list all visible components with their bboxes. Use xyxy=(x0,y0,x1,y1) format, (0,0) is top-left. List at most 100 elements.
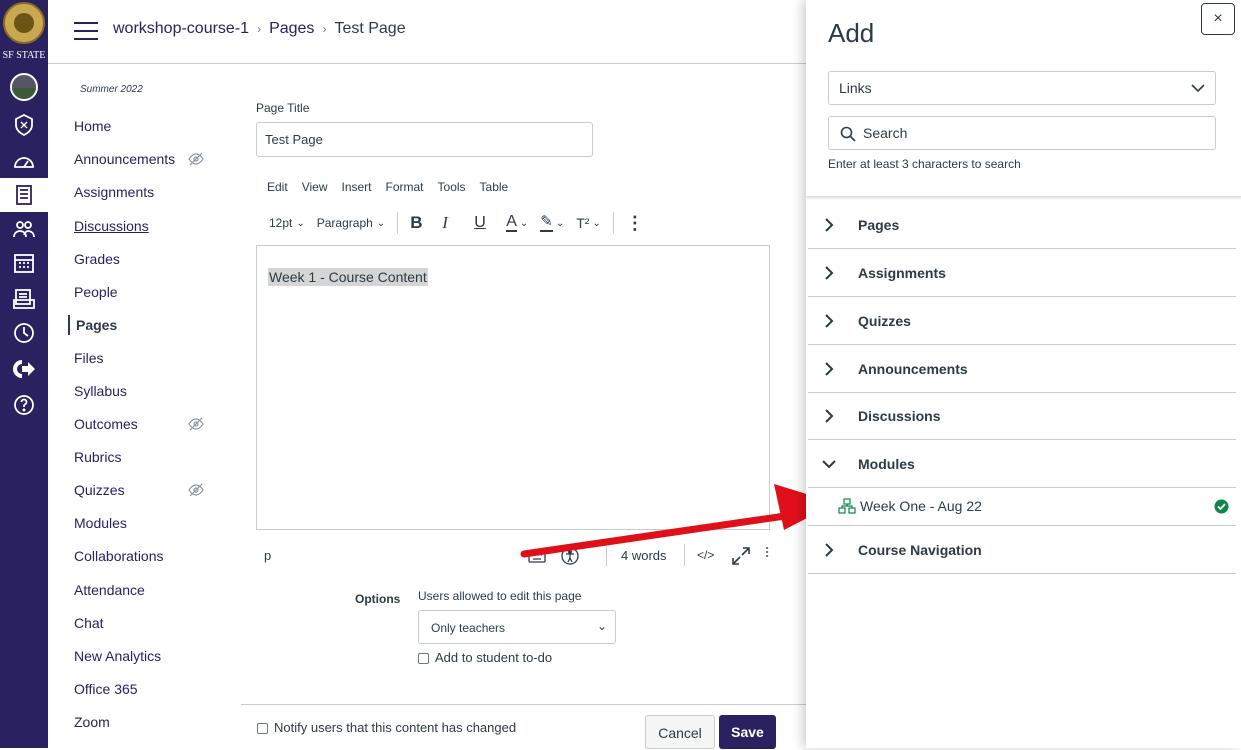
nav-label: Announcements xyxy=(74,151,176,167)
superscript-icon[interactable]: T² ⌄ xyxy=(570,208,607,238)
section-assignments[interactable]: Assignments xyxy=(808,249,1236,297)
element-path[interactable]: p xyxy=(264,548,271,563)
font-size-value: 12pt xyxy=(269,216,293,230)
cancel-button[interactable]: Cancel xyxy=(645,715,715,749)
groups-icon[interactable] xyxy=(0,212,48,246)
course-nav-announcements[interactable]: Announcements xyxy=(74,149,224,169)
course-nav-home[interactable]: Home xyxy=(74,116,224,136)
accessibility-icon[interactable] xyxy=(561,547,579,565)
fullscreen-icon[interactable] xyxy=(731,546,751,566)
font-size-dropdown[interactable]: 12pt ⌄ xyxy=(263,208,311,238)
section-label: Course Navigation xyxy=(858,542,982,558)
course-nav-chat[interactable]: Chat xyxy=(74,613,224,633)
calendar-icon[interactable] xyxy=(0,246,48,280)
help-icon[interactable] xyxy=(0,388,48,422)
bold-icon[interactable]: B xyxy=(404,208,436,238)
content-type-select[interactable]: Links xyxy=(828,71,1216,105)
student-todo-checkbox[interactable] xyxy=(418,653,429,665)
course-nav-assignments[interactable]: Assignments xyxy=(74,182,224,202)
italic-icon[interactable]: I xyxy=(436,208,468,238)
section-label: Modules xyxy=(858,456,915,472)
courses-icon[interactable] xyxy=(0,178,48,212)
logout-icon[interactable] xyxy=(0,352,48,386)
history-icon[interactable] xyxy=(0,316,48,350)
search-input[interactable]: Search xyxy=(828,116,1216,150)
section-announcements[interactable]: Announcements xyxy=(808,345,1236,393)
highlight-color-icon[interactable]: ✎ ⌄ xyxy=(534,208,570,238)
seal-icon xyxy=(3,2,45,44)
rich-content-editor[interactable]: Week 1 - Course Content xyxy=(256,245,770,530)
dashboard-icon[interactable] xyxy=(0,144,48,178)
course-nav-people[interactable]: People xyxy=(74,282,224,302)
school-logo[interactable]: SF STATE xyxy=(0,0,48,66)
hamburger-menu-icon[interactable] xyxy=(74,22,98,42)
page-title-input[interactable]: Test Page xyxy=(256,122,593,157)
account-avatar[interactable] xyxy=(0,70,48,104)
course-nav-collaborations[interactable]: Collaborations xyxy=(74,546,224,566)
notify-row[interactable]: Notify users that this content has chang… xyxy=(257,720,516,735)
menu-edit[interactable]: Edit xyxy=(267,180,288,194)
block-format-dropdown[interactable]: Paragraph ⌄ xyxy=(311,208,391,238)
course-nav-rubrics[interactable]: Rubrics xyxy=(74,447,224,467)
term-label: Summer 2022 xyxy=(80,84,143,95)
text-color-icon[interactable]: A ⌄ xyxy=(500,208,534,238)
menu-table[interactable]: Table xyxy=(480,180,509,194)
word-count[interactable]: 4 words xyxy=(621,548,667,563)
breadcrumb-current: Test Page xyxy=(334,20,406,37)
notify-checkbox[interactable] xyxy=(257,723,268,735)
menu-format[interactable]: Format xyxy=(386,180,424,194)
course-nav-attendance[interactable]: Attendance xyxy=(74,580,224,600)
inbox-icon[interactable] xyxy=(0,282,48,316)
toolbar-divider xyxy=(612,212,614,234)
close-icon[interactable]: × xyxy=(1201,3,1235,35)
section-course-navigation[interactable]: Course Navigation xyxy=(808,526,1236,574)
section-quizzes[interactable]: Quizzes xyxy=(808,297,1236,345)
section-label: Pages xyxy=(858,217,900,233)
course-nav-office-365[interactable]: Office 365 xyxy=(74,679,224,699)
chevron-right-icon: › xyxy=(322,22,327,36)
notify-label: Notify users that this content has chang… xyxy=(274,720,517,735)
menu-view[interactable]: View xyxy=(302,180,328,194)
course-nav-new-analytics[interactable]: New Analytics xyxy=(74,646,224,666)
section-discussions[interactable]: Discussions xyxy=(808,392,1236,440)
status-divider xyxy=(684,544,685,566)
nav-label: Quizzes xyxy=(74,482,125,498)
html-editor-toggle[interactable]: </> xyxy=(697,548,714,562)
selected-text[interactable]: Week 1 - Course Content xyxy=(268,268,428,286)
more-options-icon[interactable]: ⋮ xyxy=(620,208,650,238)
course-nav-pages[interactable]: Pages xyxy=(68,315,218,335)
section-modules[interactable]: Modules xyxy=(808,440,1236,488)
course-nav-syllabus[interactable]: Syllabus xyxy=(74,381,224,401)
resize-handle-icon[interactable]: ⠇ xyxy=(764,545,774,562)
breadcrumb: workshop-course-1 › Pages › Test Page xyxy=(113,20,406,38)
chevron-right-icon xyxy=(825,266,834,280)
student-todo-row[interactable]: Add to student to-do xyxy=(418,650,552,665)
underline-icon[interactable]: U xyxy=(468,208,500,238)
module-item-week-one[interactable]: Week One - Aug 22 xyxy=(808,488,1236,526)
section-label: Assignments xyxy=(858,265,946,281)
course-nav-discussions[interactable]: Discussions xyxy=(74,216,224,236)
section-pages[interactable]: Pages xyxy=(808,201,1236,249)
save-button[interactable]: Save xyxy=(719,715,776,749)
course-nav-outcomes[interactable]: Outcomes xyxy=(74,414,224,434)
edit-permission-select[interactable]: Only teachers ⌄ xyxy=(418,610,616,644)
admin-icon[interactable] xyxy=(0,108,48,142)
course-nav-zoom[interactable]: Zoom xyxy=(74,712,224,732)
chevron-right-icon xyxy=(825,362,834,376)
menu-insert[interactable]: Insert xyxy=(341,180,371,194)
edit-permission-label: Users allowed to edit this page xyxy=(418,589,582,603)
block-format-value: Paragraph xyxy=(316,216,373,230)
published-check-icon xyxy=(1214,499,1229,514)
keyboard-icon[interactable] xyxy=(528,548,546,564)
menu-tools[interactable]: Tools xyxy=(438,180,466,194)
breadcrumb-course[interactable]: workshop-course-1 xyxy=(113,20,249,38)
course-nav-modules[interactable]: Modules xyxy=(74,513,224,533)
breadcrumb-pages[interactable]: Pages xyxy=(269,20,314,38)
course-nav-files[interactable]: Files xyxy=(74,348,224,368)
course-nav-grades[interactable]: Grades xyxy=(74,249,224,269)
chevron-down-icon: ⌄ xyxy=(376,217,386,229)
search-hint: Enter at least 3 characters to search xyxy=(828,157,1021,171)
course-nav-quizzes[interactable]: Quizzes xyxy=(74,480,224,500)
chevron-down-icon: ⌄ xyxy=(596,619,607,633)
chevron-right-icon xyxy=(825,218,834,232)
